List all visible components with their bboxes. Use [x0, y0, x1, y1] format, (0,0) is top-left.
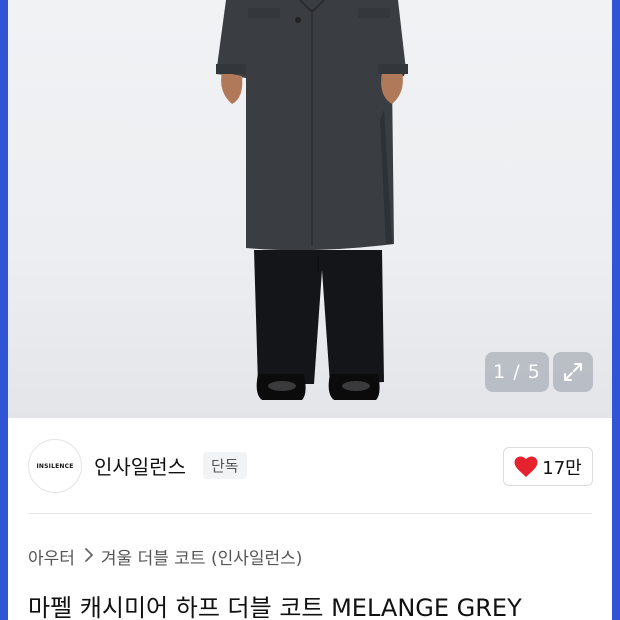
- like-count: 17만: [542, 457, 582, 479]
- brand-logo[interactable]: INSILENCE: [28, 439, 82, 493]
- chevron-right-icon: [84, 547, 94, 566]
- expand-button[interactable]: [553, 352, 593, 392]
- breadcrumb-item-category[interactable]: 겨울 더블 코트 (인사일런스): [101, 544, 303, 569]
- breadcrumb-item-outer[interactable]: 아우터: [28, 544, 75, 569]
- brand-logo-text: INSILENCE: [36, 462, 74, 470]
- product-photo: [216, 0, 408, 251]
- divider: [28, 513, 592, 514]
- heart-icon: [514, 456, 538, 477]
- image-counter: 1 / 5: [485, 352, 549, 392]
- brand-name[interactable]: 인사일런스: [94, 451, 186, 480]
- product-title: 마펠 캐시미어 하프 더블 코트 MELANGE GREY: [28, 594, 522, 620]
- expand-icon: [564, 363, 582, 381]
- product-page: 1 / 5 INSILENCE 인사일런스 단독 17만 아우터 겨울 더블 코…: [8, 0, 612, 620]
- breadcrumb: 아우터 겨울 더블 코트 (인사일런스): [28, 544, 302, 569]
- brand-row: INSILENCE 인사일런스 단독 17만: [8, 418, 612, 514]
- exclusive-badge: 단독: [203, 452, 247, 479]
- product-image-gallery[interactable]: 1 / 5: [8, 0, 612, 418]
- trousers-photo: [254, 250, 384, 400]
- like-button[interactable]: 17만: [503, 447, 593, 486]
